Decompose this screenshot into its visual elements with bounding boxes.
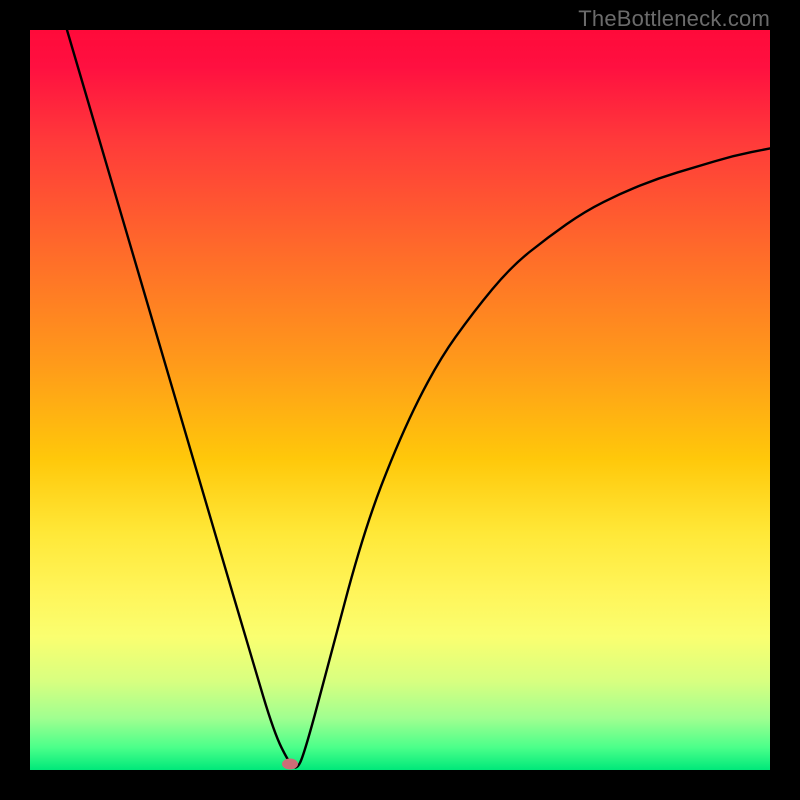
minimum-marker — [282, 759, 298, 770]
watermark-text: TheBottleneck.com — [578, 6, 770, 32]
chart-container: TheBottleneck.com — [0, 0, 800, 800]
curve-svg — [30, 30, 770, 770]
bottleneck-curve — [67, 30, 770, 768]
